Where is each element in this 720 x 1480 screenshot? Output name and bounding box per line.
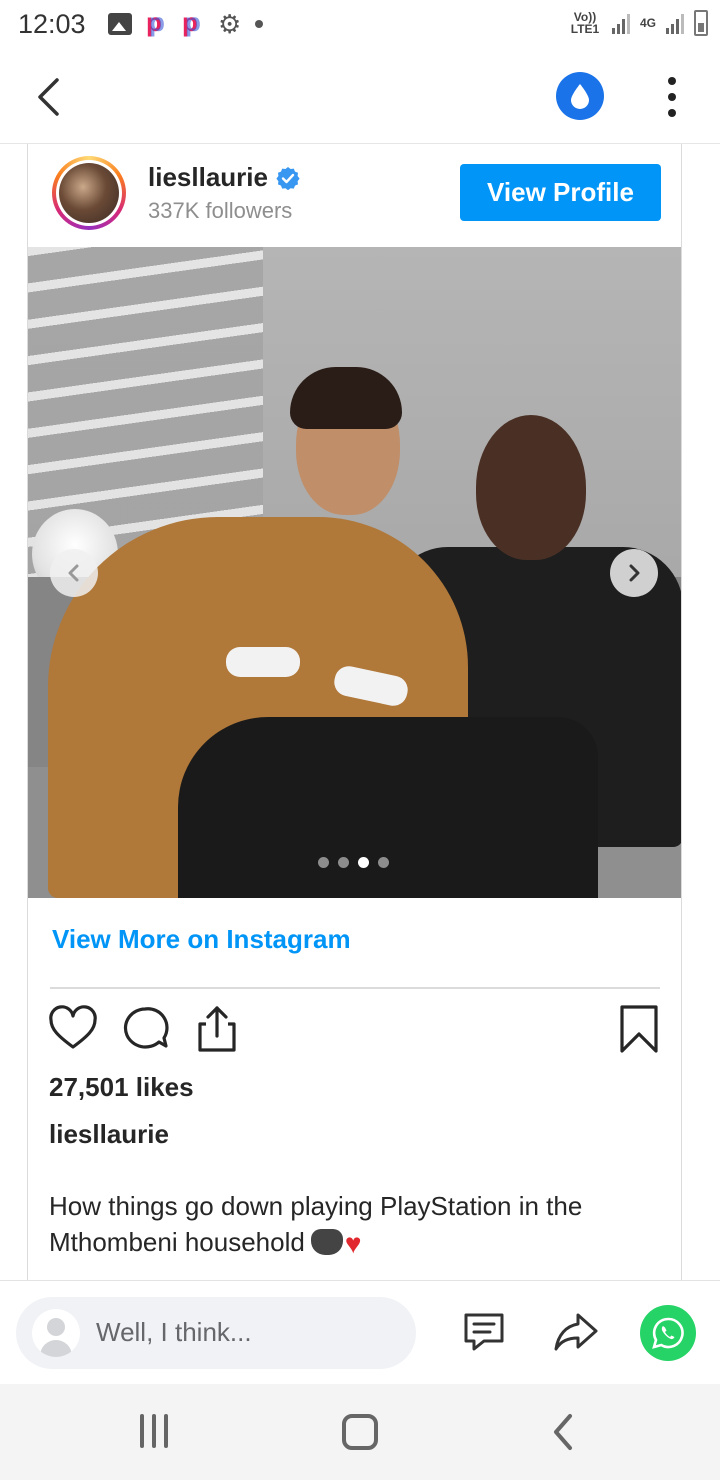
embed-header: liesllaurie 337K followers View Profile xyxy=(28,144,681,247)
comment-bar: Well, I think... xyxy=(0,1280,720,1384)
lte-label: Vo)) LTE1 xyxy=(570,10,600,36)
notification-dot xyxy=(255,20,264,28)
red-heart-emoji: ♥ xyxy=(344,1228,362,1259)
username-row: liesllaurie xyxy=(148,162,300,193)
post-actions xyxy=(48,1004,660,1058)
comment-input[interactable]: Well, I think... xyxy=(16,1297,416,1369)
carousel-prev-button[interactable] xyxy=(50,549,98,597)
share-arrow-icon[interactable] xyxy=(552,1307,600,1355)
status-bar: 12:03 pp pp ⚙ Vo)) LTE1 4G xyxy=(0,0,720,50)
carousel-dot xyxy=(318,857,329,868)
back-button[interactable] xyxy=(26,72,76,122)
avatar-photo xyxy=(59,163,119,223)
comment-placeholder: Well, I think... xyxy=(96,1317,252,1347)
photo-woman-hair xyxy=(290,367,402,429)
status-time: 12:03 xyxy=(18,9,86,39)
instagram-embed: liesllaurie 337K followers View Profile … xyxy=(27,144,682,1284)
verified-badge-icon xyxy=(276,166,300,190)
game-controller-emoji xyxy=(310,1229,343,1255)
post-photo-carousel[interactable] xyxy=(28,247,681,898)
username[interactable]: liesllaurie xyxy=(148,162,268,193)
heart-icon[interactable] xyxy=(48,1004,98,1054)
whatsapp-button[interactable] xyxy=(640,1305,696,1361)
whatsapp-icon xyxy=(652,1317,684,1349)
more-vertical-icon[interactable] xyxy=(654,72,690,122)
user-avatar-icon xyxy=(32,1309,80,1357)
photo-man-head xyxy=(476,415,586,560)
signal-icon xyxy=(666,12,684,34)
system-navigation-bar xyxy=(0,1384,720,1480)
status-notification-icons: pp pp ⚙ xyxy=(108,7,264,39)
profile-avatar[interactable] xyxy=(52,156,126,230)
signal-icon xyxy=(611,12,630,34)
post-caption: How things go down playing PlayStation i… xyxy=(49,1188,659,1262)
photo-controller xyxy=(226,647,300,677)
app-header xyxy=(0,50,720,144)
post-author[interactable]: liesllaurie xyxy=(49,1119,169,1150)
share-icon[interactable] xyxy=(192,1004,242,1054)
chevron-right-icon xyxy=(629,564,640,582)
home-button[interactable] xyxy=(342,1414,378,1450)
carousel-dot xyxy=(358,857,369,868)
4g-label: 4G xyxy=(639,16,656,30)
p-app-icon: pp xyxy=(182,7,201,37)
like-count: 27,501 likes xyxy=(49,1072,194,1102)
carousel-dot xyxy=(378,857,389,868)
follower-count: 337K followers xyxy=(148,198,293,223)
chevron-left-icon xyxy=(68,564,79,582)
system-back-button[interactable] xyxy=(548,1412,578,1452)
view-more-link[interactable]: View More on Instagram xyxy=(52,924,351,955)
battery-icon xyxy=(694,10,708,36)
water-drop-icon xyxy=(571,84,589,109)
chevron-left-icon xyxy=(38,78,59,116)
carousel-dot xyxy=(338,857,349,868)
comment-icon[interactable] xyxy=(120,1004,170,1054)
p-app-icon: pp xyxy=(146,7,165,37)
gear-icon: ⚙ xyxy=(218,9,242,39)
bookmark-icon[interactable] xyxy=(614,1004,664,1054)
recent-apps-button[interactable] xyxy=(140,1414,168,1448)
photo-man-legs xyxy=(178,717,598,898)
gallery-icon xyxy=(108,13,132,35)
carousel-indicator xyxy=(318,857,389,868)
carousel-next-button[interactable] xyxy=(610,549,658,597)
divider xyxy=(50,987,660,989)
status-system-icons: Vo)) LTE1 4G xyxy=(568,10,708,36)
comment-icon[interactable] xyxy=(460,1307,508,1355)
water-drop-button[interactable] xyxy=(556,72,604,120)
view-profile-button[interactable]: View Profile xyxy=(460,164,661,221)
